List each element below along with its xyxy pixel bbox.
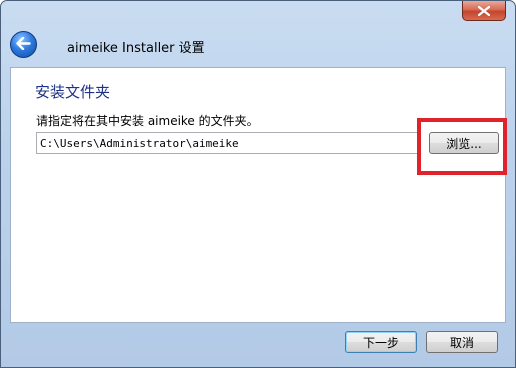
page-heading: 安装文件夹 xyxy=(35,83,111,101)
close-icon xyxy=(478,5,490,16)
install-path-field[interactable] xyxy=(36,132,421,154)
instruction-text: 请指定将在其中安装 aimeike 的文件夹。 xyxy=(36,114,259,128)
installer-window: aimeike Installer 设置 安装文件夹 请指定将在其中安装 aim… xyxy=(0,0,516,368)
cancel-button[interactable]: 取消 xyxy=(426,331,498,353)
content-panel: 安装文件夹 请指定将在其中安装 aimeike 的文件夹。 浏览... xyxy=(10,67,507,323)
back-button[interactable] xyxy=(10,31,37,58)
back-arrow-icon xyxy=(16,36,31,53)
footer-bar: 下一步 取消 xyxy=(1,323,515,367)
window-title: aimeike Installer 设置 xyxy=(67,41,205,56)
next-button[interactable]: 下一步 xyxy=(345,331,417,353)
close-button[interactable] xyxy=(462,1,506,21)
highlight-annotation xyxy=(417,118,507,175)
